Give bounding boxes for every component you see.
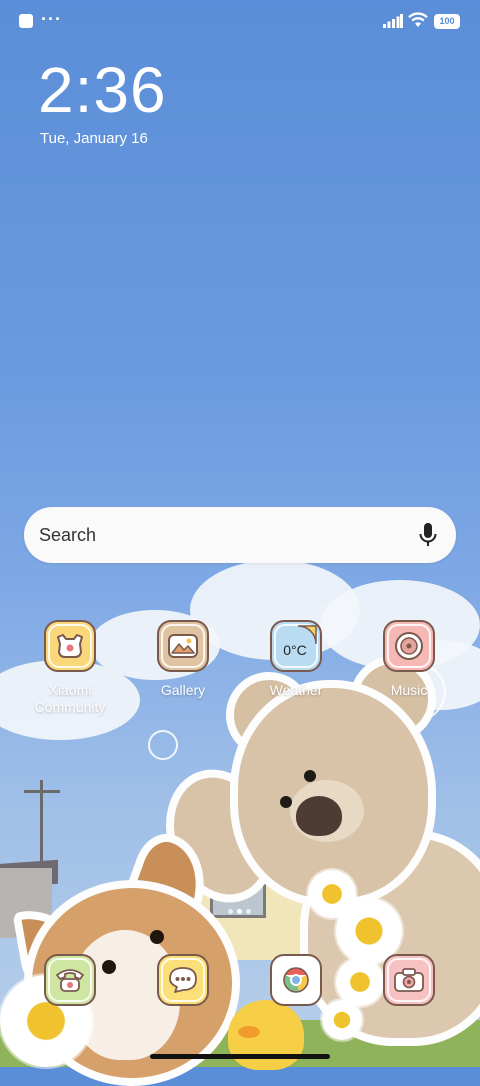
- search-bar[interactable]: Search: [24, 507, 456, 563]
- status-bar: ··· 100: [0, 0, 480, 40]
- music-label: Music: [390, 682, 428, 698]
- clock-date[interactable]: Tue, January 16: [40, 130, 148, 147]
- dock-messages[interactable]: [133, 954, 233, 1006]
- gallery-label: Gallery: [160, 682, 206, 698]
- microphone-icon[interactable]: [418, 522, 438, 548]
- camera-icon[interactable]: [383, 954, 435, 1006]
- weather-icon[interactable]: 0°C: [270, 620, 322, 672]
- notification-square-icon: [19, 14, 33, 28]
- music-icon[interactable]: [383, 620, 435, 672]
- page-indicator: [228, 909, 252, 915]
- battery-indicator: 100: [434, 14, 460, 29]
- app-label-xiaomi-community: Xiaomi Community: [20, 682, 120, 716]
- xiaomi-community-icon[interactable]: [44, 620, 96, 672]
- chrome-icon[interactable]: [270, 954, 322, 1006]
- xiaomi-community-label: Xiaomi Community: [34, 682, 106, 715]
- gesture-navigation-bar[interactable]: [150, 1054, 330, 1059]
- weather-label: Weather: [269, 682, 323, 698]
- app-weather[interactable]: 0°C Weather: [246, 620, 346, 699]
- dock-chrome[interactable]: [246, 954, 346, 1006]
- search-placeholder: Search: [39, 525, 97, 545]
- app-music[interactable]: Music: [359, 620, 459, 699]
- more-notifications-indicator: ···: [41, 9, 62, 29]
- clock-time[interactable]: 2:36: [38, 52, 167, 128]
- wifi-icon: [408, 12, 428, 27]
- app-gallery[interactable]: Gallery: [133, 620, 233, 699]
- phone-icon[interactable]: [44, 954, 96, 1006]
- cellular-signal-icon: [383, 14, 403, 28]
- messages-icon[interactable]: [157, 954, 209, 1006]
- app-xiaomi-community[interactable]: Xiaomi Community: [20, 620, 120, 716]
- dock-camera[interactable]: [359, 954, 459, 1006]
- dock-phone[interactable]: [20, 954, 120, 1006]
- gallery-icon[interactable]: [157, 620, 209, 672]
